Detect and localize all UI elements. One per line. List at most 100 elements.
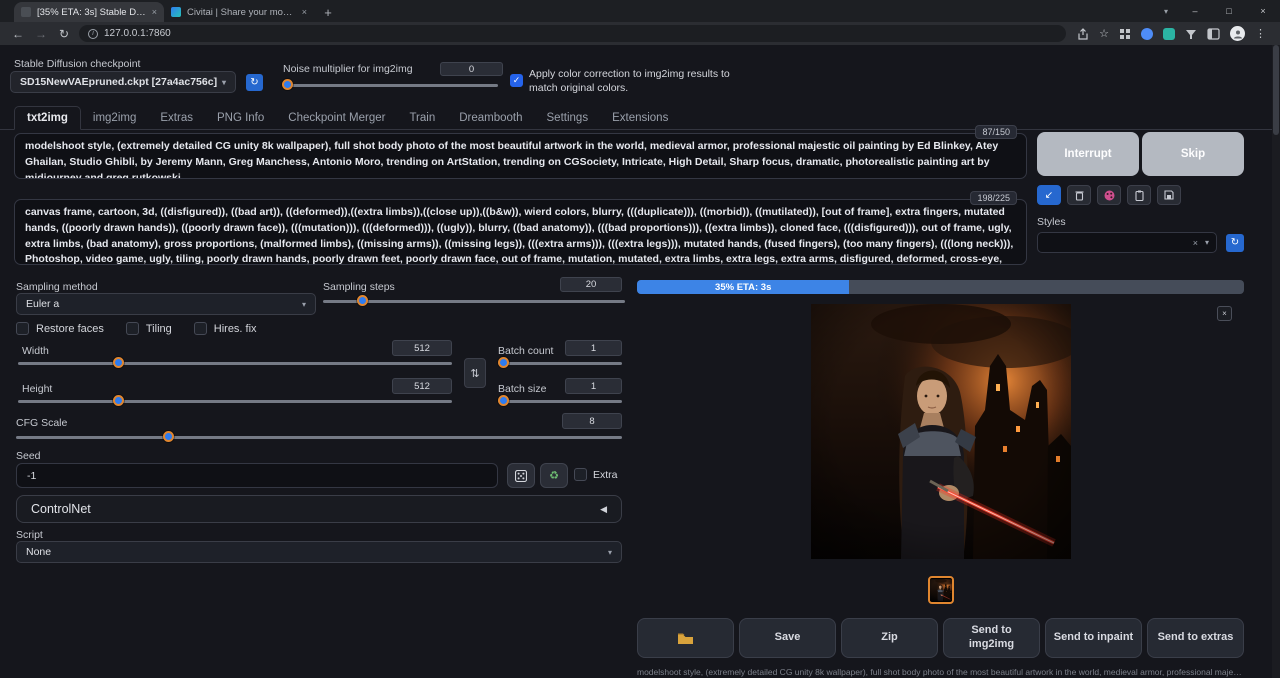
zip-button[interactable]: Zip: [841, 618, 938, 658]
skip-button[interactable]: Skip: [1142, 132, 1244, 176]
address-bar[interactable]: i 127.0.0.1:7860: [79, 25, 1066, 42]
window-close-button[interactable]: ×: [1246, 0, 1280, 22]
generated-image-preview[interactable]: [811, 304, 1071, 559]
main-tab-bar: txt2img img2img Extras PNG Info Checkpoi…: [0, 106, 1272, 130]
slider-thumb[interactable]: [498, 357, 509, 368]
batch-size-slider[interactable]: [498, 395, 622, 407]
height-value[interactable]: 512: [392, 378, 452, 394]
slider-thumb[interactable]: [113, 357, 124, 368]
tab-txt2img[interactable]: txt2img: [14, 106, 81, 130]
slider-track: [283, 84, 498, 87]
hires-fix-checkbox[interactable]: Hires. fix: [194, 322, 257, 335]
forward-icon[interactable]: →: [33, 27, 49, 41]
send-to-img2img-button[interactable]: Send to img2img: [943, 618, 1040, 658]
styles-refresh-button[interactable]: ↻: [1226, 234, 1244, 252]
clear-styles-icon[interactable]: ×: [1193, 238, 1198, 248]
slider-thumb[interactable]: [163, 431, 174, 442]
new-tab-button[interactable]: +: [318, 2, 338, 22]
paste-generation-params-button[interactable]: ↙: [1037, 185, 1061, 205]
close-preview-button[interactable]: ×: [1217, 306, 1232, 321]
browser-profile-avatar[interactable]: [1230, 26, 1245, 41]
clear-prompt-button[interactable]: [1067, 185, 1091, 205]
save-style-button[interactable]: [1157, 185, 1181, 205]
checkpoint-select[interactable]: SD15NewVAEpruned.ckpt [27a4ac756c] ▾: [10, 71, 236, 93]
seed-input[interactable]: [16, 463, 498, 488]
cfg-scale-value[interactable]: 8: [562, 413, 622, 429]
gallery-thumbnail[interactable]: [928, 576, 954, 604]
noise-multiplier-slider[interactable]: [283, 79, 498, 91]
tab-img2img[interactable]: img2img: [81, 106, 148, 129]
tab-extensions[interactable]: Extensions: [600, 106, 680, 129]
scrollbar-thumb[interactable]: [1273, 45, 1279, 135]
extension-grid-icon[interactable]: [1119, 28, 1131, 40]
tab-search-caret-icon[interactable]: ▾: [1154, 7, 1178, 16]
controlnet-accordion[interactable]: ControlNet ◀: [16, 495, 622, 523]
browser-menu-kebab-icon[interactable]: ⋮: [1255, 27, 1266, 40]
width-value[interactable]: 512: [392, 340, 452, 356]
width-slider[interactable]: [18, 357, 452, 369]
slider-thumb[interactable]: [113, 395, 124, 406]
random-seed-button[interactable]: [507, 463, 535, 488]
browser-tab-civitai[interactable]: Civitai | Share your models ×: [164, 2, 314, 22]
bookmark-star-icon[interactable]: ☆: [1099, 27, 1109, 40]
batch-size-value[interactable]: 1: [565, 378, 622, 394]
checkbox-box: [126, 322, 139, 335]
sampling-steps-slider[interactable]: [323, 295, 625, 307]
apply-styles-button[interactable]: [1127, 185, 1151, 205]
tab-close-icon[interactable]: ×: [152, 7, 157, 17]
reuse-seed-button[interactable]: ♻: [540, 463, 568, 488]
back-icon[interactable]: ←: [10, 27, 26, 41]
tab-settings[interactable]: Settings: [535, 106, 601, 129]
restore-faces-checkbox[interactable]: Restore faces: [16, 322, 104, 335]
checkpoint-refresh-button[interactable]: ↻: [246, 74, 263, 91]
extra-networks-button[interactable]: [1097, 185, 1121, 205]
cfg-scale-slider[interactable]: [16, 431, 622, 443]
extension-blue-icon[interactable]: [1141, 28, 1153, 40]
slider-thumb[interactable]: [357, 295, 368, 306]
tab-png-info[interactable]: PNG Info: [205, 106, 276, 129]
tab-dreambooth[interactable]: Dreambooth: [447, 106, 534, 129]
styles-select[interactable]: × ▾: [1037, 232, 1217, 253]
extension-filter-icon[interactable]: [1185, 28, 1197, 40]
prompt-textarea[interactable]: [14, 133, 1027, 179]
extra-seed-checkbox[interactable]: [574, 468, 587, 481]
send-to-extras-button[interactable]: Send to extras: [1147, 618, 1244, 658]
slider-track: [16, 436, 622, 439]
color-correction-checkbox[interactable]: ✓: [510, 74, 523, 87]
window-minimize-button[interactable]: –: [1178, 0, 1212, 22]
tab-close-icon[interactable]: ×: [302, 7, 307, 17]
negative-prompt-textarea[interactable]: [14, 199, 1027, 265]
site-info-icon[interactable]: i: [88, 29, 98, 39]
open-folder-button[interactable]: [637, 618, 734, 658]
browser-tab-stable-diffusion[interactable]: [35% ETA: 3s] Stable Diffusion ×: [14, 2, 164, 22]
slider-thumb[interactable]: [282, 79, 293, 90]
extension-sidebar-icon[interactable]: [1207, 28, 1220, 40]
window-maximize-button[interactable]: □: [1212, 0, 1246, 22]
noise-multiplier-value[interactable]: 0: [440, 62, 503, 76]
sampling-method-select[interactable]: Euler a ▾: [16, 293, 316, 315]
slider-thumb[interactable]: [498, 395, 509, 406]
save-button[interactable]: Save: [739, 618, 836, 658]
height-slider[interactable]: [18, 395, 452, 407]
tab-extras[interactable]: Extras: [148, 106, 205, 129]
page-scrollbar[interactable]: [1272, 45, 1280, 678]
tab-checkpoint-merger[interactable]: Checkpoint Merger: [276, 106, 397, 129]
batch-count-slider[interactable]: [498, 357, 622, 369]
script-select[interactable]: None ▾: [16, 541, 622, 563]
tiling-checkbox[interactable]: Tiling: [126, 322, 172, 335]
swap-width-height-button[interactable]: ⇅: [464, 358, 486, 388]
share-icon[interactable]: [1077, 28, 1089, 40]
generation-info-text: modelshoot style, (extremely detailed CG…: [637, 667, 1244, 678]
extension-teal-icon[interactable]: [1163, 28, 1175, 40]
reload-icon[interactable]: ↻: [56, 27, 72, 41]
send-to-inpaint-button[interactable]: Send to inpaint: [1045, 618, 1142, 658]
negative-prompt-token-counter: 198/225: [970, 191, 1017, 205]
tab-train[interactable]: Train: [397, 106, 447, 129]
stable-diffusion-favicon: [21, 7, 31, 17]
interrupt-button[interactable]: Interrupt: [1037, 132, 1139, 176]
cfg-scale-label: CFG Scale: [16, 417, 67, 429]
slider-track: [18, 400, 452, 403]
sampling-steps-value[interactable]: 20: [560, 277, 622, 292]
batch-count-value[interactable]: 1: [565, 340, 622, 356]
chevron-down-icon: ▾: [608, 548, 612, 557]
